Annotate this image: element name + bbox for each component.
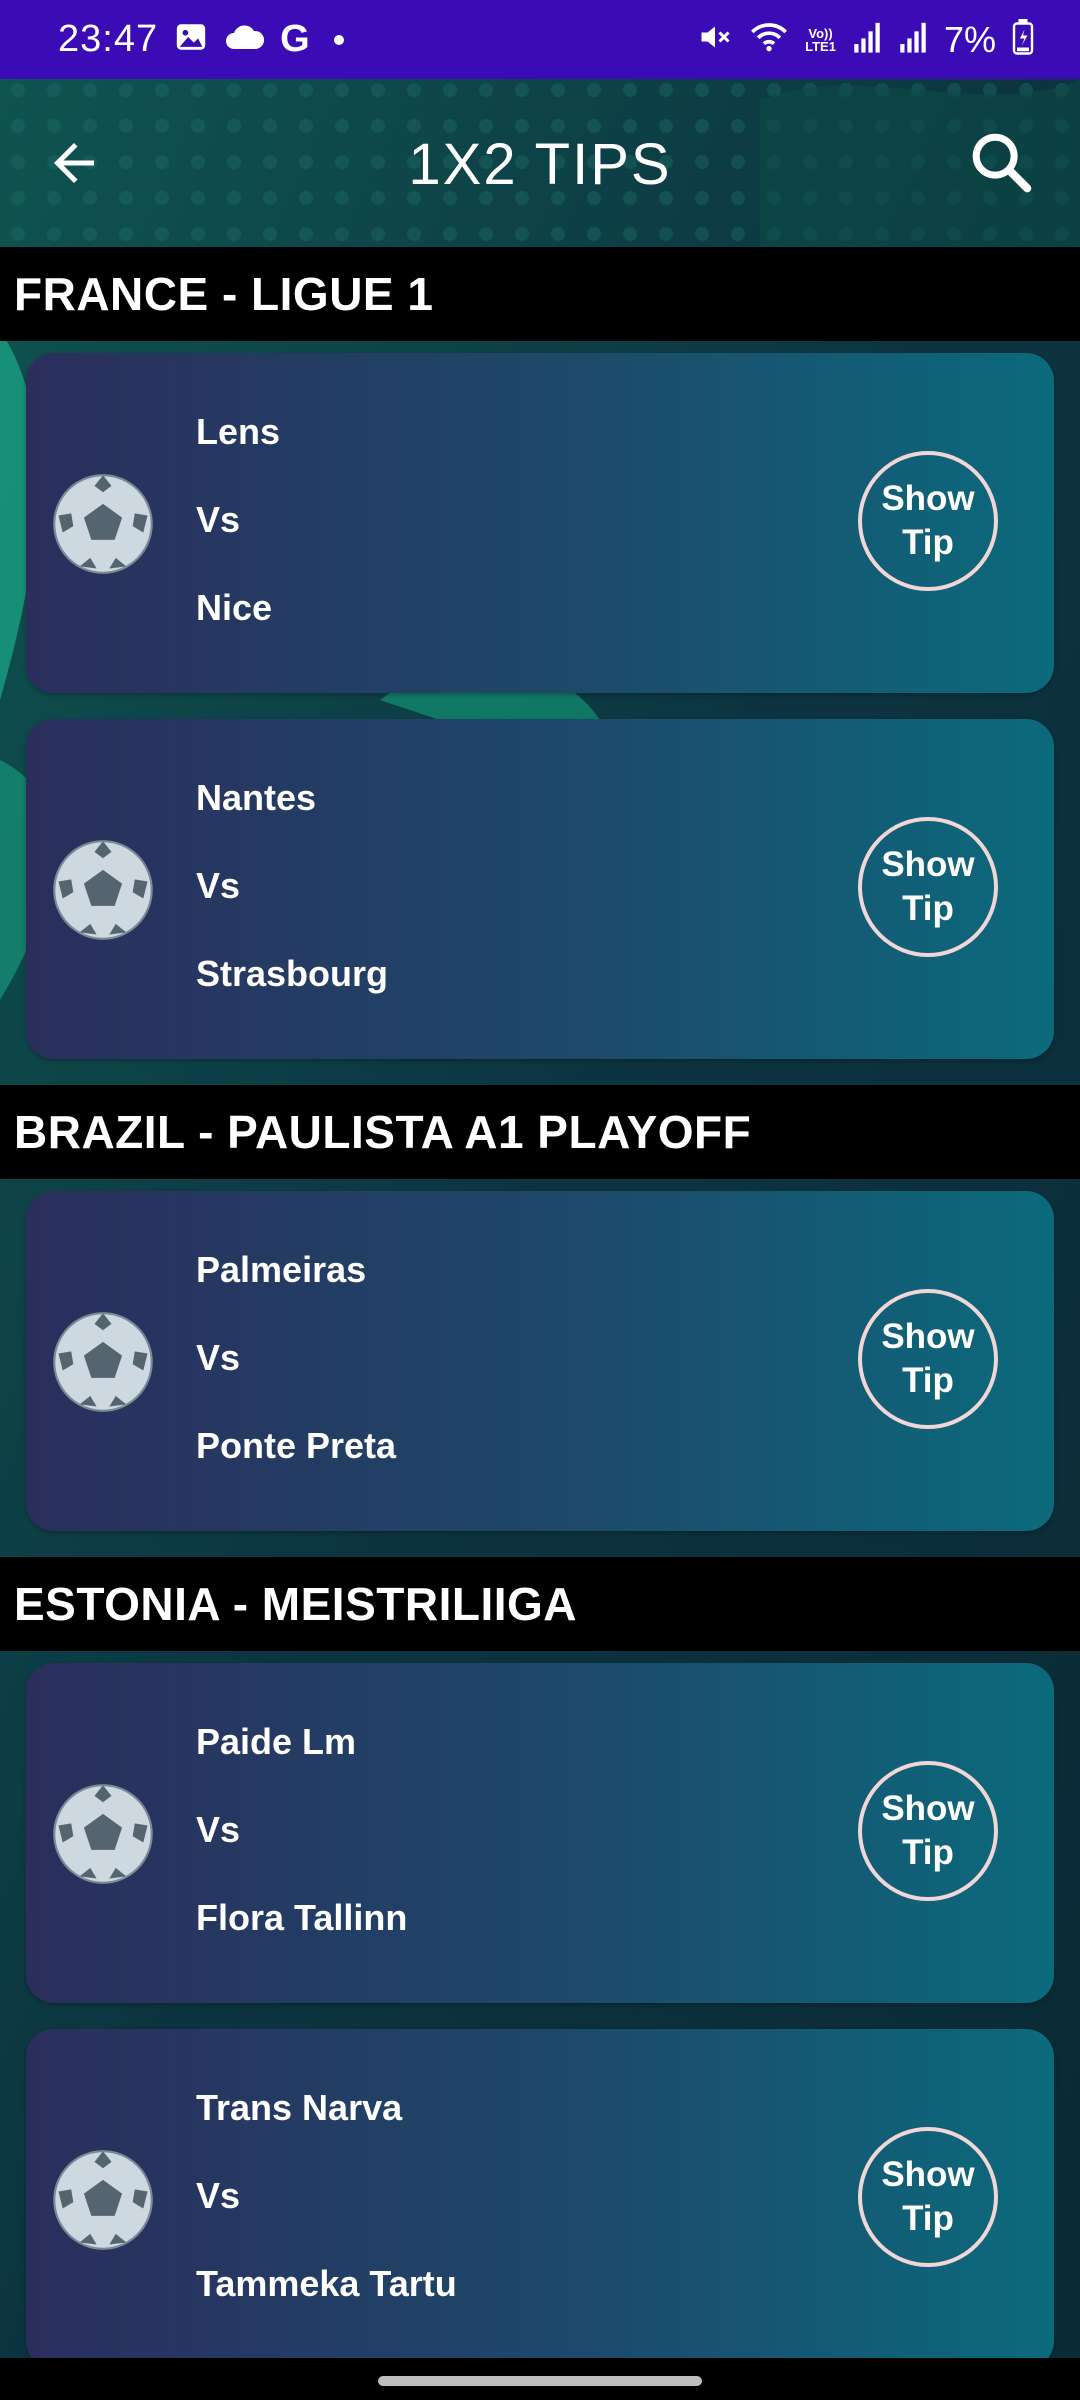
soccer-ball-icon [53,840,153,940]
away-team: Strasbourg [196,953,389,994]
match-card[interactable]: Paide Lm Vs Flora Tallinn Show Tip [26,1663,1054,2003]
vs-label: Vs [196,1809,241,1850]
home-team: Trans Narva [196,2087,403,2128]
soccer-ball-icon [53,2150,153,2250]
dot-icon [333,34,344,45]
home-team: Palmeiras [196,1249,367,1290]
navigation-bar [0,2358,1080,2400]
search-icon [972,133,1032,193]
vs-label: Vs [196,1337,241,1378]
soccer-ball-icon [53,474,153,574]
away-team: Tammeka Tartu [196,2263,457,2304]
gallery-icon [174,20,208,59]
battery-icon [1012,19,1034,60]
home-team: Lens [196,411,281,452]
match-card[interactable]: Trans Narva Vs Tammeka Tartu Show Tip [26,2029,1054,2369]
volte-icon: Vo)) LTE1 [805,25,836,54]
match-card[interactable]: Palmeiras Vs Ponte Preta Show Tip [26,1191,1054,1531]
vs-label: Vs [196,499,241,540]
signal-icon [852,20,882,59]
match-card[interactable]: Nantes Vs Strasbourg Show Tip [26,719,1054,1059]
league-section: FRANCE - LIGUE 1 Lens Vs Nice Show Tip Na… [0,247,1080,1059]
show-tip-button[interactable]: Show Tip [858,817,998,957]
signal-icon [898,20,928,59]
match-list: Paide Lm Vs Flora Tallinn Show Tip Trans … [0,1651,1080,2369]
status-bar-right: Vo)) LTE1 7% [697,19,1034,61]
home-indicator[interactable] [378,2376,702,2386]
league-section: ESTONIA - MEISTRILIIGA Paide Lm Vs Flora… [0,1557,1080,2369]
match-list: Lens Vs Nice Show Tip Nantes Vs Strasbour… [0,341,1080,1059]
soccer-ball-icon [53,1312,153,1412]
status-bar-left: 23:47 G [58,18,344,61]
home-team: Paide Lm [196,1721,357,1762]
status-bar: 23:47 G Vo)) LTE1 7% [0,0,1080,79]
tips-list[interactable]: FRANCE - LIGUE 1 Lens Vs Nice Show Tip Na… [0,247,1080,2395]
vs-label: Vs [196,865,241,906]
league-header: BRAZIL - PAULISTA A1 PLAYOFF [0,1085,1080,1179]
away-team: Nice [196,587,273,628]
league-section: BRAZIL - PAULISTA A1 PLAYOFF Palmeiras V… [0,1085,1080,1531]
wifi-icon [749,19,789,60]
league-header: ESTONIA - MEISTRILIIGA [0,1557,1080,1651]
show-tip-button[interactable]: Show Tip [858,1289,998,1429]
league-header: FRANCE - LIGUE 1 [0,247,1080,341]
show-tip-button[interactable]: Show Tip [858,1761,998,1901]
battery-percentage: 7% [943,18,996,60]
match-card[interactable]: Lens Vs Nice Show Tip [26,353,1054,693]
match-list: Palmeiras Vs Ponte Preta Show Tip [0,1179,1080,1531]
google-icon: G [280,18,310,60]
show-tip-button[interactable]: Show Tip [858,2127,998,2267]
away-team: Ponte Preta [196,1425,397,1466]
show-tip-button[interactable]: Show Tip [858,451,998,591]
vs-label: Vs [196,2175,241,2216]
home-team: Nantes [196,777,317,818]
app-bar: 1X2 TIPS [0,79,1080,247]
soccer-ball-icon [53,1784,153,1884]
search-button[interactable] [966,127,1036,197]
page-title: 1X2 TIPS [408,132,672,197]
cloud-icon [224,22,265,57]
away-team: Flora Tallinn [196,1897,408,1938]
status-time: 23:47 [58,18,159,60]
mute-icon [697,19,733,60]
